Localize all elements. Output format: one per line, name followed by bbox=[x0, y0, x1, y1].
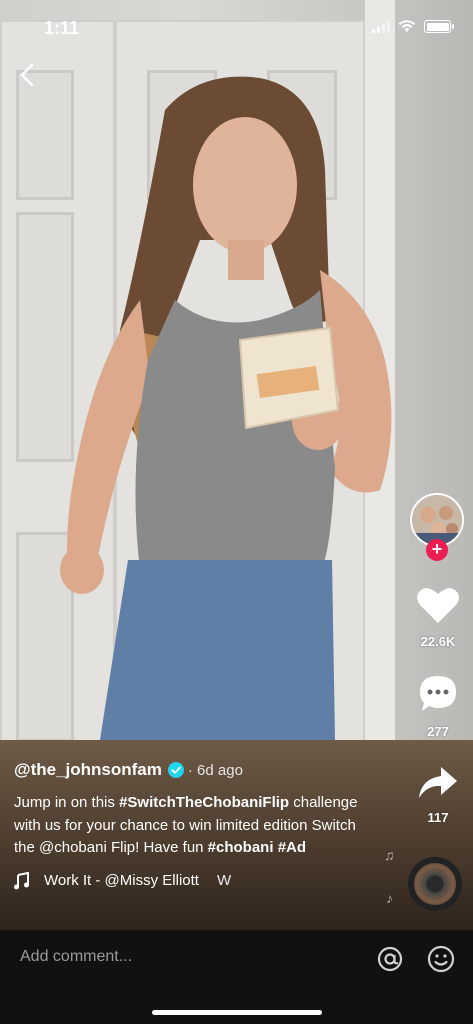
speech-bubble-icon bbox=[420, 676, 456, 711]
battery-icon bbox=[424, 20, 454, 33]
back-button[interactable] bbox=[12, 60, 42, 90]
description-text: Jump in on this bbox=[14, 794, 120, 811]
home-indicator[interactable] bbox=[152, 1010, 322, 1015]
hashtag-link[interactable]: #SwitchTheChobaniFlip bbox=[119, 794, 289, 811]
comment-count: 277 bbox=[427, 724, 449, 739]
like-button[interactable]: 22.6K bbox=[408, 585, 468, 649]
music-note-icon bbox=[14, 871, 29, 889]
floating-note-icon: ♫ bbox=[384, 847, 395, 863]
share-arrow-icon bbox=[419, 767, 457, 798]
music-title: Work It - @Missy Elliott bbox=[44, 872, 199, 889]
at-sign-icon[interactable] bbox=[375, 944, 405, 974]
music-row[interactable]: Work It - @Missy Elliott W bbox=[14, 871, 374, 890]
comment-input[interactable]: Add comment... bbox=[20, 948, 132, 966]
post-age: · 6d ago bbox=[187, 761, 243, 779]
music-disc-button[interactable]: ♫ ♪ bbox=[384, 845, 466, 925]
chevron-left-icon bbox=[20, 63, 34, 87]
hashtag-link[interactable]: #chobani bbox=[208, 839, 274, 856]
status-bar: 1:11 bbox=[0, 0, 473, 56]
smiley-icon[interactable] bbox=[426, 944, 456, 974]
signal-icon bbox=[372, 20, 390, 33]
comment-bar: Add comment... bbox=[0, 930, 473, 1024]
share-count: 117 bbox=[427, 810, 449, 825]
heart-icon bbox=[417, 588, 459, 623]
like-count: 22.6K bbox=[420, 634, 456, 649]
verified-badge-icon bbox=[167, 762, 184, 778]
status-time: 1:11 bbox=[44, 18, 80, 38]
comment-button[interactable]: 277 bbox=[408, 673, 468, 739]
floating-note-icon: ♪ bbox=[386, 890, 393, 906]
share-button[interactable]: 117 bbox=[408, 765, 468, 825]
music-disc-icon bbox=[408, 857, 462, 911]
author-avatar-button[interactable]: + bbox=[410, 493, 466, 561]
wifi-icon bbox=[398, 20, 416, 32]
hashtag-link[interactable]: #Ad bbox=[278, 839, 306, 856]
music-title-scroll: W bbox=[216, 872, 232, 889]
video-caption: @the_johnsonfam · 6d ago Jump in on this… bbox=[14, 760, 374, 890]
author-username[interactable]: @the_johnsonfam bbox=[14, 760, 162, 780]
status-icons bbox=[372, 20, 454, 33]
video-description: Jump in on this #SwitchTheChobaniFlip ch… bbox=[14, 792, 374, 860]
author-row: @the_johnsonfam · 6d ago bbox=[14, 760, 374, 780]
follow-button[interactable]: + bbox=[426, 539, 448, 561]
